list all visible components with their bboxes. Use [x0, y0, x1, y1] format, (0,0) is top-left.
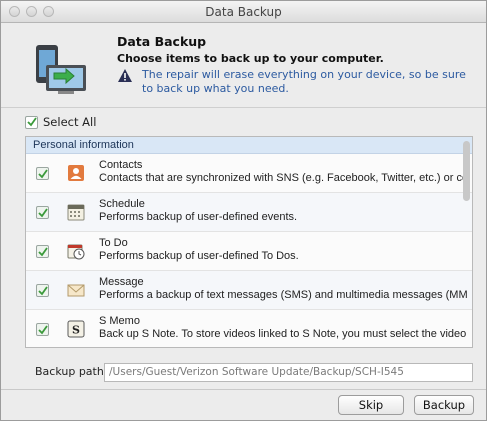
svg-text:S: S: [72, 324, 80, 337]
list-item-s-memo[interactable]: S S Memo Back up S Note. To store videos…: [26, 310, 472, 347]
warning-icon: [118, 69, 132, 82]
checkmark-icon: [37, 285, 48, 295]
item-title: Message: [99, 276, 144, 288]
checkmark-icon: [26, 117, 37, 127]
calendar-icon: [67, 204, 85, 221]
backup-button[interactable]: Backup: [414, 395, 474, 415]
list-scrollbar[interactable]: [462, 138, 471, 346]
list-item-schedule[interactable]: Schedule Performs backup of user-defined…: [26, 193, 472, 232]
schedule-checkbox[interactable]: [36, 206, 49, 219]
skip-button[interactable]: Skip: [338, 395, 404, 415]
select-all-checkbox[interactable]: Select All: [25, 114, 96, 130]
warning-text: The repair will erase everything on your…: [142, 68, 466, 95]
item-title: S Memo: [99, 315, 140, 327]
item-title: To Do: [99, 237, 128, 249]
item-description: Back up S Note. To store videos linked t…: [99, 328, 467, 340]
checkmark-icon: [37, 168, 48, 178]
item-title: Contacts: [99, 159, 143, 171]
header-subtitle: Choose items to back up to your computer…: [117, 52, 384, 65]
envelope-icon: [67, 284, 85, 297]
contacts-icon: [68, 165, 84, 181]
list-item-todo[interactable]: To Do Performs backup of user-defined To…: [26, 232, 472, 271]
group-header-personal-information: Personal information: [26, 137, 472, 154]
item-title: Schedule: [99, 198, 145, 210]
footer-divider: [1, 389, 486, 390]
backup-items-list[interactable]: Personal information Contacts Contacts t…: [25, 136, 473, 348]
data-backup-window: Data Backup Data Backup Choose items to …: [0, 0, 487, 421]
header-title: Data Backup: [117, 34, 207, 49]
list-item-message[interactable]: Message Performs a backup of text messag…: [26, 271, 472, 310]
s-memo-checkbox[interactable]: [36, 323, 49, 336]
title-bar: Data Backup: [1, 1, 486, 23]
item-description: Performs backup of user-defined To Dos.: [99, 250, 299, 262]
list-item-contacts[interactable]: Contacts Contacts that are synchronized …: [26, 154, 472, 193]
backup-path-field[interactable]: /Users/Guest/Verizon Software Update/Bac…: [104, 363, 473, 382]
s-memo-icon: S: [67, 320, 85, 338]
backup-path-label: Backup path:: [35, 365, 108, 378]
header: Data Backup Choose items to back up to y…: [1, 24, 486, 108]
todo-icon: [67, 244, 85, 260]
item-description: Performs backup of user-defined events.: [99, 211, 298, 223]
checkmark-icon: [37, 324, 48, 334]
item-description: Performs a backup of text messages (SMS)…: [99, 289, 468, 301]
message-checkbox[interactable]: [36, 284, 49, 297]
select-all-checkbox-box[interactable]: [25, 115, 38, 129]
checkmark-icon: [37, 207, 48, 217]
checkmark-icon: [37, 246, 48, 256]
contacts-checkbox[interactable]: [36, 167, 49, 180]
item-description: Contacts that are synchronized with SNS …: [99, 172, 469, 184]
scrollbar-thumb[interactable]: [463, 141, 470, 201]
select-all-label: Select All: [43, 115, 97, 129]
window-title: Data Backup: [205, 5, 282, 19]
todo-checkbox[interactable]: [36, 245, 49, 258]
phone-to-computer-icon: [36, 45, 86, 94]
